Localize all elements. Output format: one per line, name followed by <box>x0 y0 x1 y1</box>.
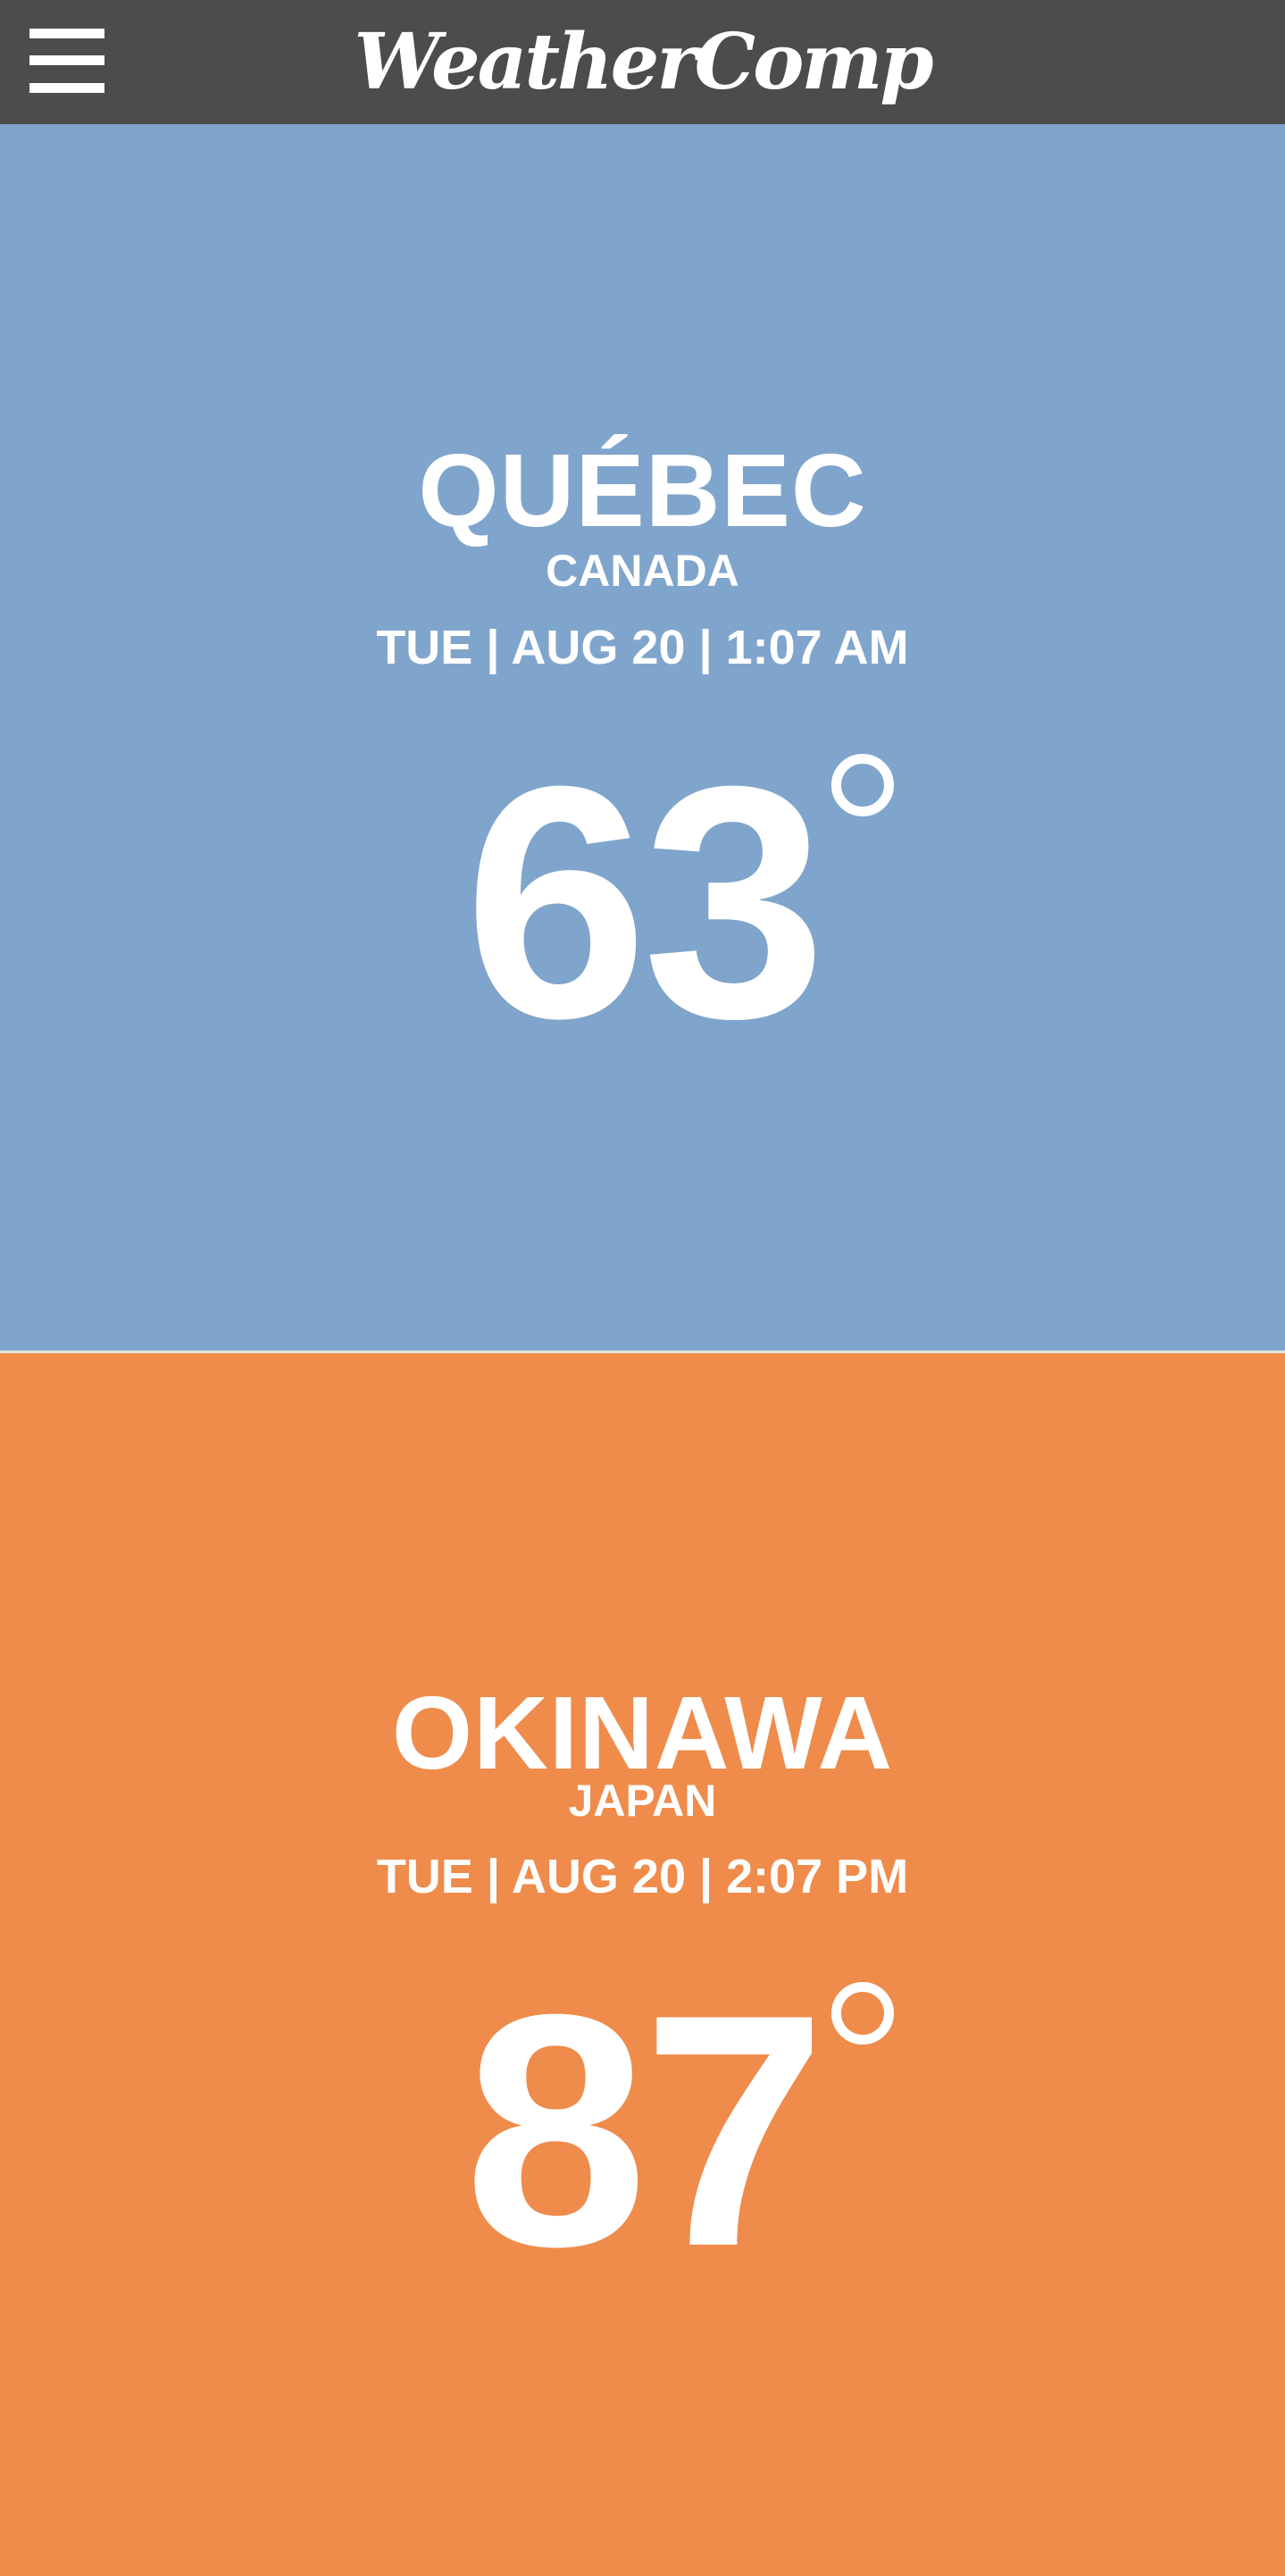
degree-symbol-icon <box>831 1982 895 2045</box>
degree-symbol-icon <box>831 754 895 816</box>
temperature-display: 87 <box>0 1966 1285 2296</box>
app-header: WeatherComp <box>0 0 1285 124</box>
temperature-value: 63 <box>464 738 895 1068</box>
temperature-display: 63 <box>0 738 1285 1068</box>
temperature-value: 87 <box>464 1966 895 2296</box>
country-name: JAPAN <box>568 1776 717 1826</box>
city-card-okinawa[interactable]: OKINAWA JAPAN TUE | AUG 20 | 2:07 PM 87 <box>0 1353 1285 2576</box>
city-name: OKINAWA <box>391 1675 894 1791</box>
app-logo-title: WeatherComp <box>354 17 933 107</box>
local-datetime: TUE | AUG 20 | 2:07 PM <box>376 1850 909 1903</box>
local-datetime: TUE | AUG 20 | 1:07 AM <box>376 621 909 674</box>
temperature-number: 63 <box>463 718 827 1087</box>
temperature-number: 87 <box>463 1946 827 2315</box>
country-name: CANADA <box>546 546 739 596</box>
city-name: QUÉBEC <box>418 432 867 548</box>
city-card-quebec[interactable]: QUÉBEC CANADA TUE | AUG 20 | 1:07 AM 63 <box>0 124 1285 1351</box>
